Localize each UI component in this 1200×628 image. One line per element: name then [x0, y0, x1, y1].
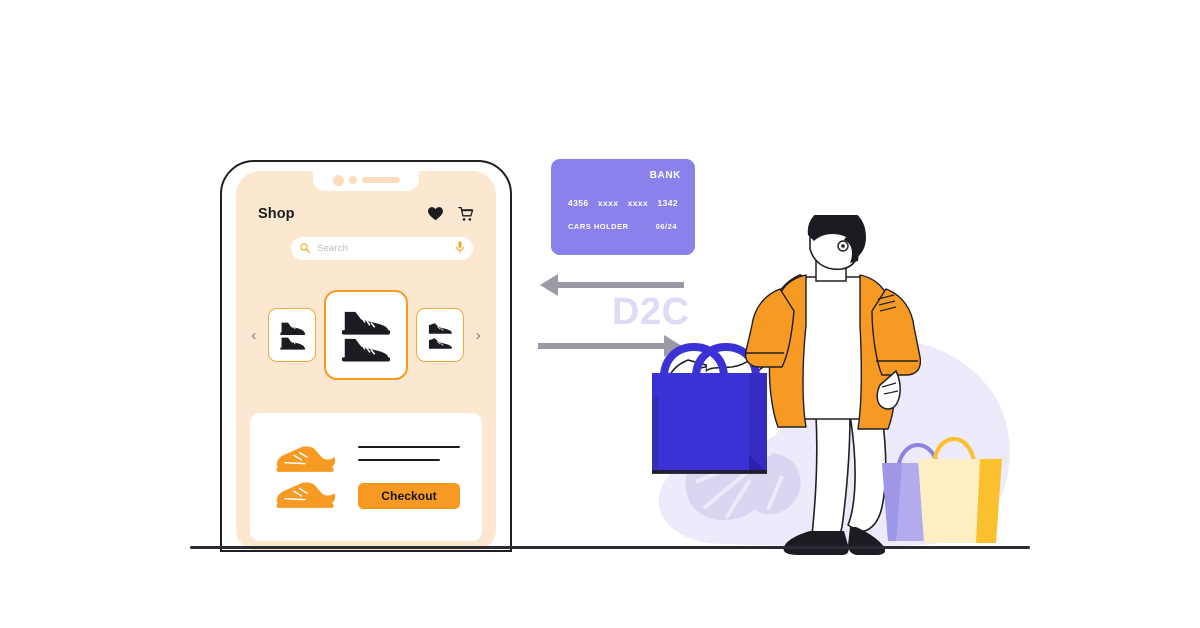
ground-line — [190, 546, 1030, 549]
bank-card-number: 4356 xxxx xxxx 1342 — [565, 198, 681, 208]
sneaker-pair-icon — [341, 311, 391, 362]
character-head — [807, 215, 866, 282]
card-number-group-3: xxxx — [627, 198, 649, 208]
orange-sneaker-icon — [276, 446, 336, 472]
detail-line-1 — [358, 445, 460, 448]
product-carousel: ‹ › — [248, 289, 484, 381]
character-shoes — [783, 527, 886, 555]
detail-line-2 — [358, 458, 440, 461]
illustration-stage: BANK 4356 xxxx xxxx 1342 CARS HOLDER 06/… — [0, 0, 1200, 628]
shoe-card-right[interactable] — [416, 308, 465, 362]
header-icon-group — [428, 206, 474, 222]
carousel-next-button[interactable]: › — [472, 328, 484, 343]
checkout-panel: Checkout — [250, 413, 482, 541]
shopping-bag-cream — [918, 436, 1002, 543]
cart-icon[interactable] — [458, 206, 474, 222]
heart-icon[interactable] — [428, 207, 443, 221]
page-title: Shop — [258, 206, 295, 222]
shoe-card-center[interactable] — [323, 290, 409, 380]
carousel-prev-button[interactable]: ‹ — [248, 328, 260, 343]
search-input[interactable]: Search — [291, 237, 473, 260]
card-number-group-1: 4356 — [568, 198, 589, 208]
camera-icon — [332, 174, 344, 186]
microphone-icon[interactable] — [456, 240, 464, 258]
app-header: Shop — [236, 199, 496, 229]
character-legs — [811, 414, 887, 541]
phone-notch — [313, 171, 419, 191]
card-number-group-4: 1342 — [657, 198, 678, 208]
card-number-group-2: xxxx — [597, 198, 619, 208]
speaker-icon — [361, 177, 400, 183]
search-icon — [300, 240, 310, 258]
sneaker-pair-icon — [279, 322, 305, 350]
sneaker-pair-icon — [429, 323, 453, 349]
bank-card-bank-label: BANK — [649, 170, 681, 181]
phone-screen: Shop Search ‹ › Checkout — [236, 171, 496, 550]
sensor-icon — [348, 176, 357, 184]
character-illustration — [652, 215, 1002, 555]
shoe-card-left[interactable] — [267, 308, 316, 362]
checkout-details: Checkout — [358, 445, 482, 509]
checkout-button[interactable]: Checkout — [358, 482, 460, 509]
orange-sneaker-icon — [276, 482, 336, 508]
phone-mockup: Shop Search ‹ › Checkout — [220, 160, 512, 552]
cart-product-thumbnail — [250, 444, 358, 510]
search-placeholder: Search — [317, 243, 349, 254]
